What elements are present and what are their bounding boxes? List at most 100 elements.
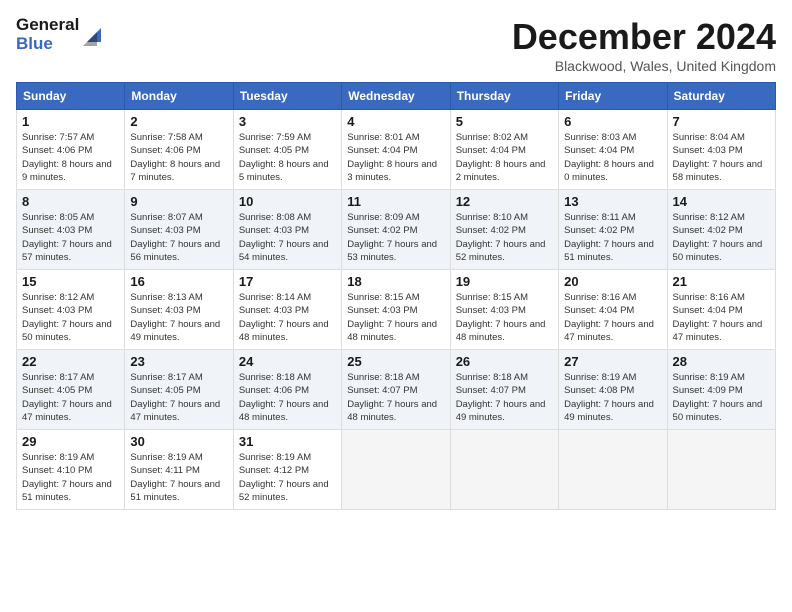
title-block: December 2024 Blackwood, Wales, United K…	[512, 16, 776, 74]
daylight-label: Daylight: 8 hours and 9 minutes.	[22, 159, 112, 183]
sunrise-label: Sunrise: 8:16 AM	[673, 292, 745, 303]
sunrise-label: Sunrise: 8:07 AM	[130, 212, 202, 223]
day-number: 15	[22, 274, 119, 289]
sunrise-label: Sunrise: 8:15 AM	[456, 292, 528, 303]
sunrise-label: Sunrise: 8:11 AM	[564, 212, 636, 223]
day-cell-17: 17 Sunrise: 8:14 AM Sunset: 4:03 PM Dayl…	[233, 270, 341, 350]
day-number: 10	[239, 194, 336, 209]
day-info: Sunrise: 8:19 AM Sunset: 4:08 PM Dayligh…	[564, 371, 661, 424]
day-number: 31	[239, 434, 336, 449]
header-thursday: Thursday	[450, 83, 558, 110]
daylight-label: Daylight: 7 hours and 52 minutes.	[456, 239, 546, 263]
sunset-label: Sunset: 4:04 PM	[564, 145, 634, 156]
daylight-label: Daylight: 7 hours and 47 minutes.	[673, 319, 763, 343]
calendar-table: SundayMondayTuesdayWednesdayThursdayFrid…	[16, 82, 776, 510]
daylight-label: Daylight: 7 hours and 48 minutes.	[239, 319, 329, 343]
day-number: 3	[239, 114, 336, 129]
day-number: 9	[130, 194, 227, 209]
sunset-label: Sunset: 4:07 PM	[347, 385, 417, 396]
day-info: Sunrise: 8:13 AM Sunset: 4:03 PM Dayligh…	[130, 291, 227, 344]
daylight-label: Daylight: 8 hours and 5 minutes.	[239, 159, 329, 183]
daylight-label: Daylight: 7 hours and 48 minutes.	[456, 319, 546, 343]
day-cell-1: 1 Sunrise: 7:57 AM Sunset: 4:06 PM Dayli…	[17, 110, 125, 190]
sunset-label: Sunset: 4:11 PM	[130, 465, 200, 476]
day-info: Sunrise: 7:58 AM Sunset: 4:06 PM Dayligh…	[130, 131, 227, 184]
day-cell-3: 3 Sunrise: 7:59 AM Sunset: 4:05 PM Dayli…	[233, 110, 341, 190]
day-info: Sunrise: 7:59 AM Sunset: 4:05 PM Dayligh…	[239, 131, 336, 184]
daylight-label: Daylight: 8 hours and 2 minutes.	[456, 159, 546, 183]
day-info: Sunrise: 8:05 AM Sunset: 4:03 PM Dayligh…	[22, 211, 119, 264]
day-cell-28: 28 Sunrise: 8:19 AM Sunset: 4:09 PM Dayl…	[667, 350, 775, 430]
day-number: 26	[456, 354, 553, 369]
day-number: 24	[239, 354, 336, 369]
sunset-label: Sunset: 4:05 PM	[130, 385, 200, 396]
sunset-label: Sunset: 4:09 PM	[673, 385, 743, 396]
sunset-label: Sunset: 4:03 PM	[22, 305, 92, 316]
sunrise-label: Sunrise: 8:18 AM	[239, 372, 311, 383]
sunset-label: Sunset: 4:03 PM	[130, 225, 200, 236]
day-info: Sunrise: 8:19 AM Sunset: 4:11 PM Dayligh…	[130, 451, 227, 504]
sunset-label: Sunset: 4:05 PM	[239, 145, 309, 156]
day-number: 28	[673, 354, 770, 369]
logo-triangle-icon	[83, 24, 105, 46]
day-info: Sunrise: 8:19 AM Sunset: 4:10 PM Dayligh…	[22, 451, 119, 504]
day-cell-15: 15 Sunrise: 8:12 AM Sunset: 4:03 PM Dayl…	[17, 270, 125, 350]
day-cell-8: 8 Sunrise: 8:05 AM Sunset: 4:03 PM Dayli…	[17, 190, 125, 270]
day-info: Sunrise: 7:57 AM Sunset: 4:06 PM Dayligh…	[22, 131, 119, 184]
day-cell-27: 27 Sunrise: 8:19 AM Sunset: 4:08 PM Dayl…	[559, 350, 667, 430]
daylight-label: Daylight: 7 hours and 48 minutes.	[239, 399, 329, 423]
sunrise-label: Sunrise: 8:19 AM	[130, 452, 202, 463]
sunset-label: Sunset: 4:03 PM	[22, 225, 92, 236]
day-cell-16: 16 Sunrise: 8:13 AM Sunset: 4:03 PM Dayl…	[125, 270, 233, 350]
daylight-label: Daylight: 7 hours and 48 minutes.	[347, 319, 437, 343]
day-number: 19	[456, 274, 553, 289]
daylight-label: Daylight: 7 hours and 58 minutes.	[673, 159, 763, 183]
sunset-label: Sunset: 4:07 PM	[456, 385, 526, 396]
day-number: 18	[347, 274, 444, 289]
day-cell-22: 22 Sunrise: 8:17 AM Sunset: 4:05 PM Dayl…	[17, 350, 125, 430]
sunrise-label: Sunrise: 8:03 AM	[564, 132, 636, 143]
header-tuesday: Tuesday	[233, 83, 341, 110]
sunset-label: Sunset: 4:06 PM	[22, 145, 92, 156]
sunset-label: Sunset: 4:05 PM	[22, 385, 92, 396]
day-cell-4: 4 Sunrise: 8:01 AM Sunset: 4:04 PM Dayli…	[342, 110, 450, 190]
day-cell-25: 25 Sunrise: 8:18 AM Sunset: 4:07 PM Dayl…	[342, 350, 450, 430]
sunset-label: Sunset: 4:12 PM	[239, 465, 309, 476]
daylight-label: Daylight: 7 hours and 51 minutes.	[130, 479, 220, 503]
day-cell-23: 23 Sunrise: 8:17 AM Sunset: 4:05 PM Dayl…	[125, 350, 233, 430]
day-cell-12: 12 Sunrise: 8:10 AM Sunset: 4:02 PM Dayl…	[450, 190, 558, 270]
sunset-label: Sunset: 4:03 PM	[347, 305, 417, 316]
day-number: 5	[456, 114, 553, 129]
sunset-label: Sunset: 4:03 PM	[130, 305, 200, 316]
day-info: Sunrise: 8:19 AM Sunset: 4:12 PM Dayligh…	[239, 451, 336, 504]
day-number: 6	[564, 114, 661, 129]
day-cell-7: 7 Sunrise: 8:04 AM Sunset: 4:03 PM Dayli…	[667, 110, 775, 190]
sunset-label: Sunset: 4:08 PM	[564, 385, 634, 396]
day-cell-14: 14 Sunrise: 8:12 AM Sunset: 4:02 PM Dayl…	[667, 190, 775, 270]
page-header: General Blue December 2024 Blackwood, Wa…	[16, 16, 776, 74]
daylight-label: Daylight: 7 hours and 51 minutes.	[22, 479, 112, 503]
day-cell-30: 30 Sunrise: 8:19 AM Sunset: 4:11 PM Dayl…	[125, 430, 233, 510]
day-info: Sunrise: 8:15 AM Sunset: 4:03 PM Dayligh…	[347, 291, 444, 344]
day-number: 27	[564, 354, 661, 369]
header-friday: Friday	[559, 83, 667, 110]
day-number: 2	[130, 114, 227, 129]
sunrise-label: Sunrise: 8:13 AM	[130, 292, 202, 303]
daylight-label: Daylight: 7 hours and 49 minutes.	[456, 399, 546, 423]
sunset-label: Sunset: 4:02 PM	[347, 225, 417, 236]
sunrise-label: Sunrise: 8:17 AM	[130, 372, 202, 383]
sunrise-label: Sunrise: 8:05 AM	[22, 212, 94, 223]
logo-line1: General	[16, 16, 79, 35]
sunset-label: Sunset: 4:02 PM	[564, 225, 634, 236]
sunrise-label: Sunrise: 8:19 AM	[564, 372, 636, 383]
sunrise-label: Sunrise: 8:19 AM	[239, 452, 311, 463]
empty-cell	[559, 430, 667, 510]
day-cell-19: 19 Sunrise: 8:15 AM Sunset: 4:03 PM Dayl…	[450, 270, 558, 350]
day-cell-5: 5 Sunrise: 8:02 AM Sunset: 4:04 PM Dayli…	[450, 110, 558, 190]
sunrise-label: Sunrise: 8:12 AM	[673, 212, 745, 223]
header-monday: Monday	[125, 83, 233, 110]
day-info: Sunrise: 8:18 AM Sunset: 4:07 PM Dayligh…	[347, 371, 444, 424]
logo: General Blue	[16, 16, 105, 53]
day-cell-21: 21 Sunrise: 8:16 AM Sunset: 4:04 PM Dayl…	[667, 270, 775, 350]
day-cell-18: 18 Sunrise: 8:15 AM Sunset: 4:03 PM Dayl…	[342, 270, 450, 350]
